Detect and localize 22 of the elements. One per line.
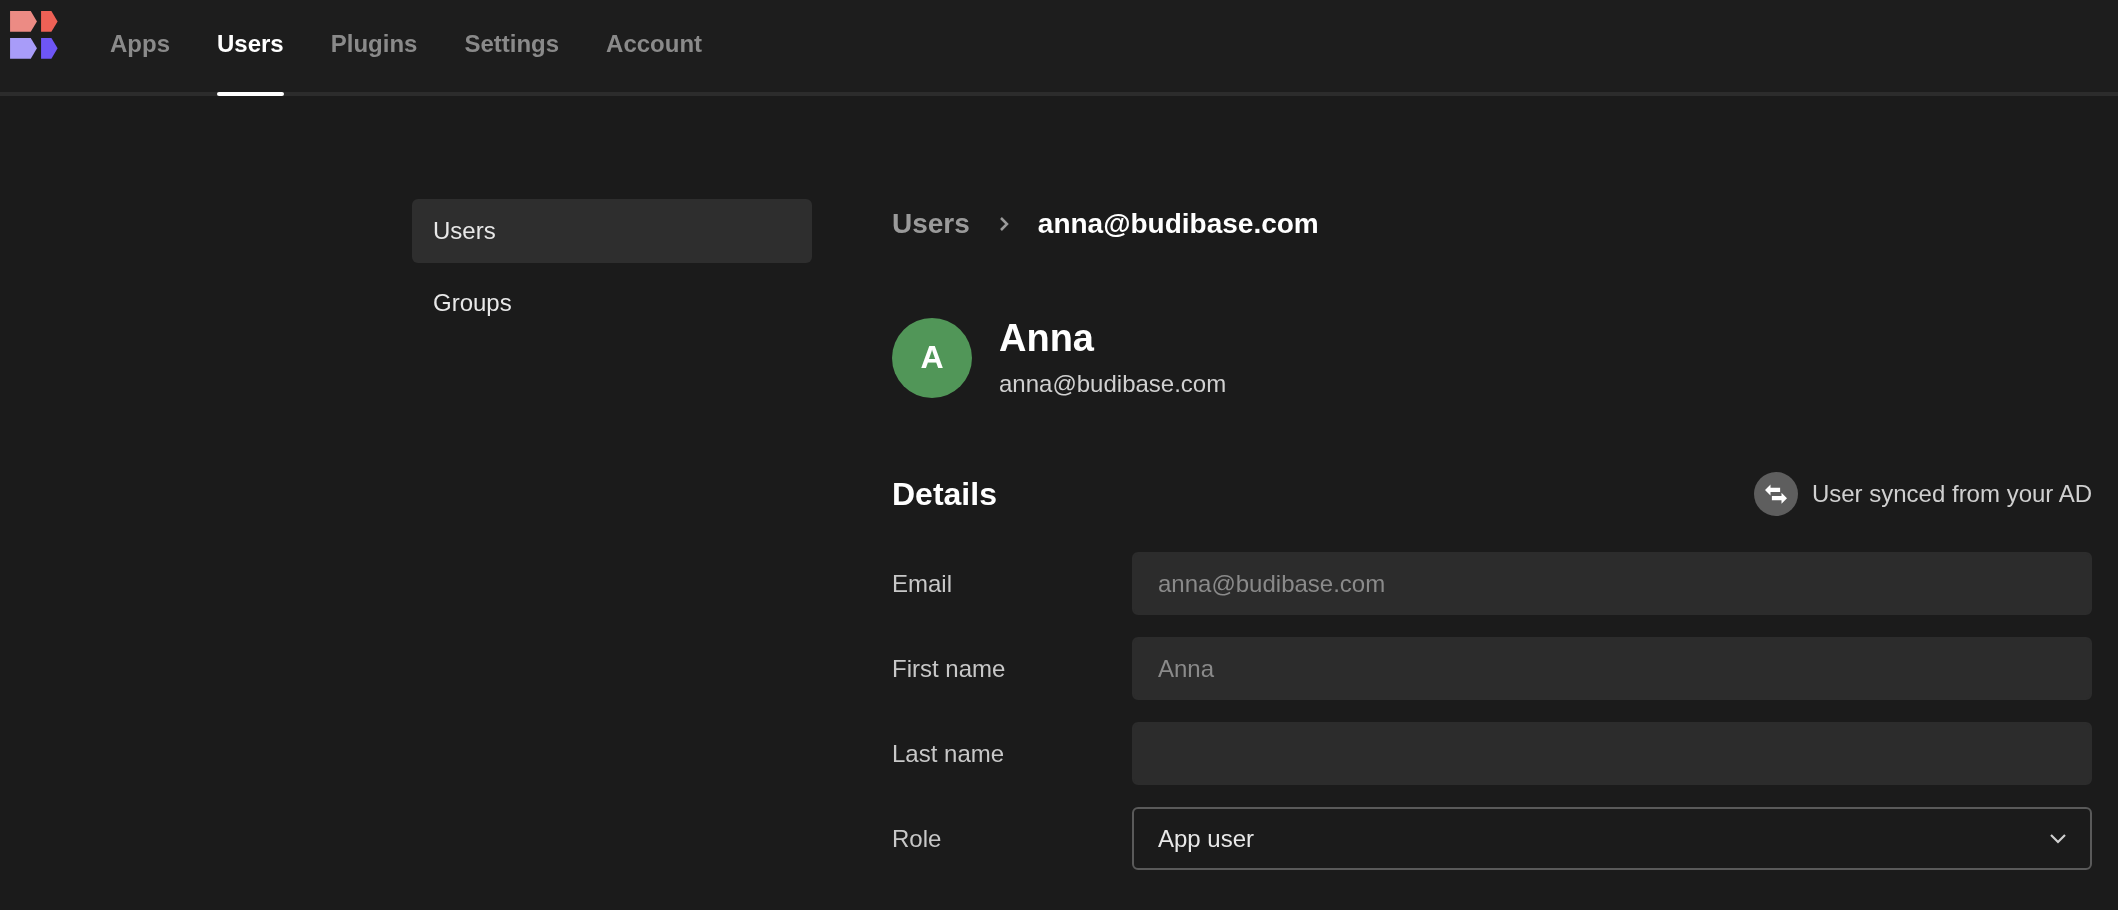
sync-arrows-icon	[1753, 472, 1798, 516]
field-label: Role	[892, 824, 943, 853]
avatar: A	[892, 317, 972, 398]
nav-tab[interactable]: Plugins	[330, 0, 418, 94]
field-label: Last name	[892, 739, 1006, 768]
sync-note: User synced from your AD	[1811, 480, 2092, 508]
field-label: First name	[892, 654, 1007, 683]
breadcrumb-link[interactable]: Users	[892, 208, 970, 240]
nav-tab[interactable]: Settings	[464, 0, 560, 94]
field-label: Email	[892, 569, 953, 598]
role-dropdown[interactable]: App user	[1132, 807, 2092, 870]
user-name: Anna	[999, 317, 1095, 360]
breadcrumb-current: anna@budibase.com	[1037, 208, 1319, 240]
chevron-down-icon	[2050, 833, 2066, 844]
nav-tab[interactable]: Apps	[110, 0, 170, 94]
sidebar-item[interactable]: Groups	[412, 271, 812, 335]
nav-tab[interactable]: Users	[217, 0, 284, 94]
nav-tab[interactable]: Account	[606, 0, 703, 94]
chevron-right-icon	[997, 216, 1010, 232]
sidebar-item[interactable]: Users	[412, 199, 812, 263]
section-title: Details	[892, 475, 997, 513]
user-email: anna@budibase.com	[999, 370, 1227, 398]
